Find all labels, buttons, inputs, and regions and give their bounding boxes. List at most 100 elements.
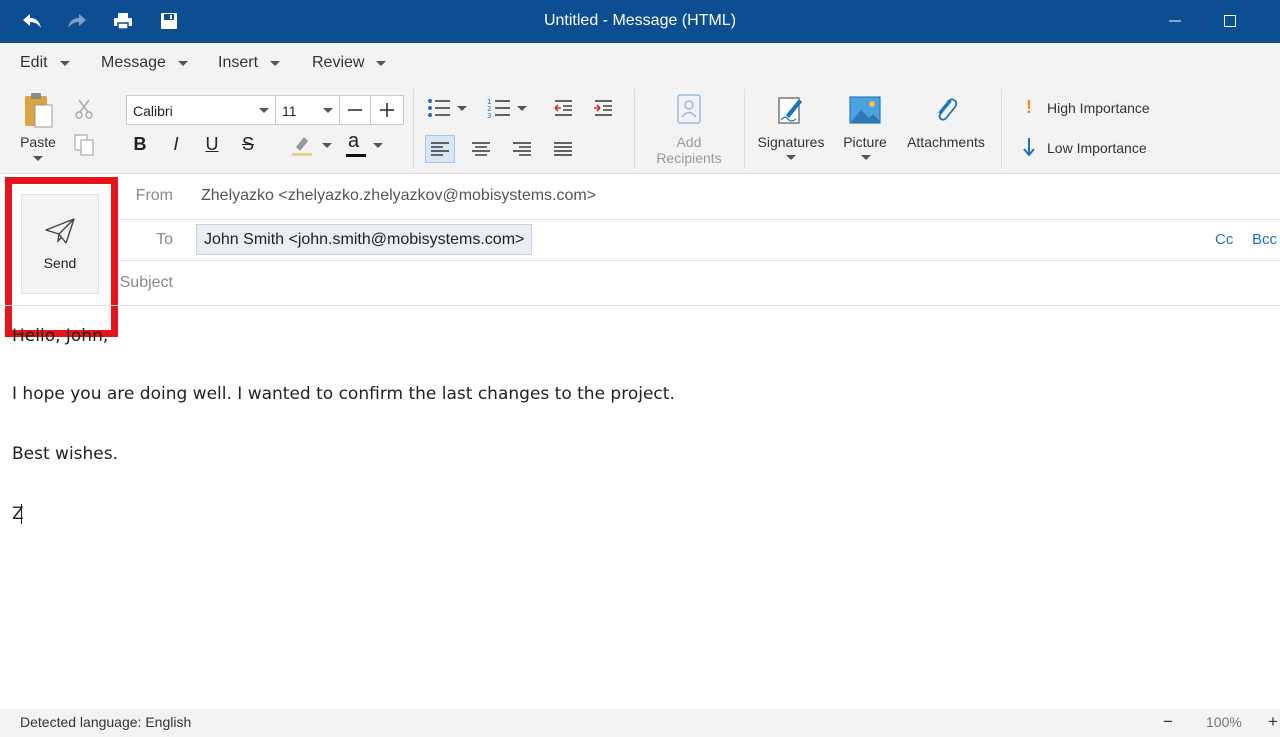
bullet-list-button[interactable] [424,93,470,123]
subject-label: Subject [119,274,173,291]
chevron-down-icon [270,60,281,66]
menu-insert[interactable]: Insert [218,54,281,72]
chevron-down-icon [322,142,332,148]
low-importance-button[interactable]: Low Importance [1047,140,1187,156]
menu-bar: Edit Message Insert Review [0,43,1280,81]
font-color-button[interactable]: a [342,130,386,159]
zoom-in-button[interactable]: + [1268,712,1278,732]
justify-icon [554,142,572,156]
to-recipient-chip[interactable]: John Smith <john.smith@mobisystems.com> [196,224,533,255]
underline-button[interactable]: U [199,134,225,155]
window-title: Untitled - Message (HTML) [543,12,737,29]
language-status: Detected language: English [20,714,192,730]
add-recipients-button[interactable] [674,93,704,125]
ribbon: Paste Calibri 11 B I U S a 1 2 3 Add Rec… [0,81,1280,174]
chevron-down-icon [376,60,387,66]
zoom-out-button[interactable]: − [1163,712,1173,732]
justify-button[interactable] [548,135,578,163]
numbered-list-icon: 1 2 3 [487,98,510,118]
signatures-button[interactable] [775,93,807,127]
low-importance-icon [1019,136,1039,158]
chevron-down-icon [33,155,43,161]
highlight-button[interactable] [288,131,334,159]
add-recipients-label: Add Recipients [650,134,728,166]
numbered-list-button[interactable]: 1 2 3 [484,93,530,123]
plus-icon [380,103,394,117]
signatures-dropdown[interactable] [784,153,798,161]
cc-link[interactable]: Cc [1215,231,1233,248]
body-line: Best wishes. [12,444,119,464]
increase-indent-button[interactable] [590,95,616,121]
picture-dropdown[interactable] [859,153,873,161]
maximize-button[interactable] [1215,9,1245,33]
menu-edit[interactable]: Edit [20,54,70,72]
compose-area: Send From Zhelyazko <zhelyazko.zhelyazko… [0,174,1280,709]
cut-button[interactable] [72,97,96,121]
bcc-link[interactable]: Bcc [1252,231,1277,248]
menu-label: Message [101,54,166,71]
font-size-value: 11 [282,103,297,119]
add-recipients-line2: Recipients [656,150,722,166]
chevron-down-icon [457,105,467,111]
font-color-icon: a [345,130,367,158]
from-label: From [135,187,173,204]
high-importance-button[interactable]: High Importance [1047,100,1187,116]
zoom-level: 100% [1206,714,1242,730]
outdent-icon [554,100,572,116]
copy-icon [74,134,94,156]
arrow-down-icon [1023,138,1035,157]
scissors-icon [75,99,93,119]
menu-message[interactable]: Message [101,54,188,72]
subject-input[interactable] [196,266,1276,300]
paste-button[interactable] [20,89,56,131]
indent-icon [594,100,612,116]
decrease-font-button[interactable] [339,95,371,125]
picture-button[interactable] [848,95,882,125]
menu-label: Review [312,54,365,71]
paste-dropdown[interactable] [31,154,45,162]
chevron-down-icon [861,154,871,160]
address-book-icon [677,94,701,124]
body-line: Hello, John, [12,326,109,346]
attachments-button[interactable] [930,93,962,127]
align-center-icon [472,142,490,156]
chevron-down-icon [177,60,188,66]
chevron-down-icon [323,108,333,113]
font-name-value: Calibri [133,103,173,119]
paste-label: Paste [20,134,56,150]
align-right-button[interactable] [507,135,537,163]
signature-icon [778,97,802,124]
font-name-select[interactable]: Calibri [126,95,276,125]
svg-text:3: 3 [487,112,491,118]
message-body[interactable]: Hello, John, I hope you are doing well. … [0,306,1280,709]
align-center-button[interactable] [466,135,496,163]
chevron-down-icon [59,60,70,66]
font-size-select[interactable]: 11 [275,95,340,125]
bullet-list-icon [428,99,450,117]
menu-label: Insert [218,54,259,71]
copy-button[interactable] [72,133,96,157]
menu-review[interactable]: Review [312,54,387,72]
minimize-icon [1169,20,1181,22]
chevron-down-icon [259,108,269,113]
increase-font-button[interactable] [370,95,404,125]
strikethrough-button[interactable]: S [235,134,261,155]
decrease-indent-button[interactable] [550,95,576,121]
picture-label: Picture [843,134,887,150]
title-bar: Untitled - Message (HTML) [0,0,1280,43]
picture-icon [849,96,881,124]
minus-icon [348,109,362,111]
align-left-icon [431,142,449,156]
maximize-icon [1224,15,1236,27]
chevron-down-icon [786,154,796,160]
italic-button[interactable]: I [163,134,189,155]
body-line: I hope you are doing well. I wanted to c… [12,384,675,404]
minimize-button[interactable] [1160,9,1190,33]
menu-label: Edit [20,54,48,71]
paperclip-icon [938,98,958,121]
align-right-icon [513,142,531,156]
add-recipients-line1: Add [676,134,702,150]
from-value[interactable]: Zhelyazko <zhelyazko.zhelyazkov@mobisyst… [201,187,596,205]
bold-button[interactable]: B [127,134,153,155]
align-left-button[interactable] [425,135,455,163]
